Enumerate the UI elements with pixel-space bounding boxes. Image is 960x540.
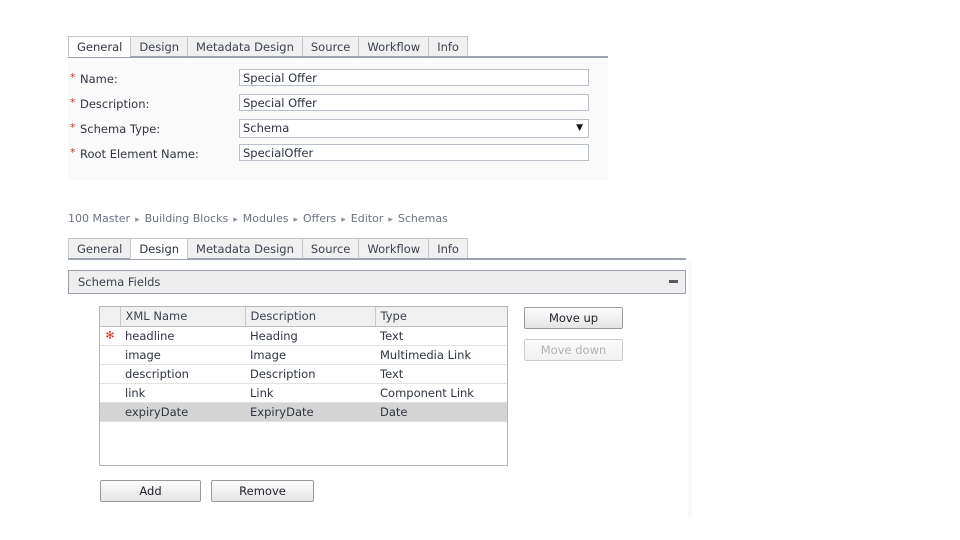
required-asterisk-icon: * — [70, 96, 76, 109]
top-tab-strip: General Design Metadata Design Source Workfl… — [68, 36, 608, 58]
table-row[interactable]: description Description Text — [100, 364, 507, 384]
top-tab-source[interactable]: Source — [301, 36, 360, 57]
add-button[interactable]: Add — [100, 480, 201, 502]
breadcrumb-separator-icon: ▸ — [341, 215, 346, 225]
cell-type: Date — [375, 402, 507, 422]
input-rootelementname[interactable] — [239, 144, 589, 161]
cell-description: Image — [245, 345, 375, 365]
cell-flag — [100, 345, 120, 365]
breadcrumb: 100 Master ▸ Building Blocks ▸ Modules ▸ Offer… — [68, 212, 448, 227]
required-asterisk-icon: * — [70, 121, 76, 134]
column-header-description[interactable]: Description — [245, 307, 376, 327]
form-row-rootelementname: * Root Element Name: — [68, 144, 608, 163]
breadcrumb-separator-icon: ▸ — [388, 215, 393, 225]
form-row-description: * Description: — [68, 94, 608, 113]
breadcrumb-item[interactable]: Building Blocks — [145, 212, 229, 225]
cell-xml-name: headline — [120, 326, 245, 346]
table-row[interactable]: image Image Multimedia Link — [100, 345, 507, 365]
panel-title: Schema Fields — [78, 275, 161, 289]
cell-type: Multimedia Link — [375, 345, 507, 365]
top-tab-filler — [466, 36, 608, 57]
table-row[interactable]: ✻ headline Heading Text — [100, 326, 507, 346]
schema-type-select[interactable]: Schema ▼ — [239, 119, 589, 138]
cell-flag — [100, 383, 120, 403]
field-label: Root Element Name: — [80, 147, 199, 161]
cell-description: Heading — [245, 326, 375, 346]
table-header-row: XML Name Description Type — [100, 307, 507, 327]
column-header-xml-name[interactable]: XML Name — [120, 307, 246, 327]
lower-tab-filler — [466, 238, 686, 259]
schema-fields-panel-header: Schema Fields — [68, 270, 686, 294]
form-row-schematype: * Schema Type: Schema ▼ — [68, 119, 608, 138]
input-description[interactable] — [239, 94, 589, 111]
page-root: General Design Metadata Design Source Workfl… — [0, 0, 960, 540]
lower-tab-info[interactable]: Info — [428, 238, 468, 259]
lower-tab-source[interactable]: Source — [301, 238, 360, 259]
general-form-panel: *Name:*Description:*Schema Type:Schema▼*… — [68, 58, 608, 180]
column-header-flag[interactable] — [100, 307, 121, 327]
required-asterisk-icon: * — [70, 146, 76, 159]
schema-type-value: Schema — [243, 121, 290, 135]
top-tab-design[interactable]: Design — [130, 36, 189, 57]
cell-type: Component Link — [375, 383, 507, 403]
table-row[interactable]: expiryDate ExpiryDate Date — [100, 402, 507, 422]
cell-description: Link — [245, 383, 375, 403]
top-tab-metadata-design[interactable]: Metadata Design — [187, 36, 303, 57]
top-tab-workflow[interactable]: Workflow — [358, 36, 430, 57]
cell-xml-name: image — [120, 345, 245, 365]
breadcrumb-item[interactable]: Modules — [243, 212, 289, 225]
field-label: Description: — [80, 97, 150, 111]
input-name[interactable] — [239, 69, 589, 86]
right-rail — [688, 260, 692, 518]
cell-description: ExpiryDate — [245, 402, 375, 422]
minus-icon[interactable] — [669, 280, 678, 283]
chevron-down-icon[interactable]: ▼ — [576, 123, 583, 133]
cell-description: Description — [245, 364, 375, 384]
cell-flag — [100, 402, 120, 422]
column-header-type[interactable]: Type — [375, 307, 507, 327]
breadcrumb-separator-icon: ▸ — [233, 215, 238, 225]
cell-xml-name: description — [120, 364, 245, 384]
cell-xml-name: expiryDate — [120, 402, 245, 422]
table-body: ✻ headline Heading Text image Image Multimedia… — [100, 326, 507, 422]
breadcrumb-separator-icon: ▸ — [135, 215, 140, 225]
lower-tab-strip: General Design Metadata Design Source Workfl… — [68, 238, 686, 260]
cell-type: Text — [375, 326, 507, 346]
breadcrumb-item[interactable]: Schemas — [398, 212, 448, 225]
lower-tab-general[interactable]: General — [68, 238, 132, 259]
remove-button[interactable]: Remove — [211, 480, 314, 502]
breadcrumb-separator-icon: ▸ — [293, 215, 298, 225]
cell-flag — [100, 364, 120, 384]
field-label: Schema Type: — [80, 122, 161, 136]
form-row-name: * Name: — [68, 69, 608, 88]
move-up-button[interactable]: Move up — [524, 307, 623, 329]
lower-tab-metadata-design[interactable]: Metadata Design — [187, 238, 303, 259]
required-asterisk-icon: * — [70, 71, 76, 84]
lower-tab-workflow[interactable]: Workflow — [358, 238, 430, 259]
move-down-button: Move down — [524, 339, 623, 361]
field-label: Name: — [80, 72, 118, 86]
breadcrumb-item[interactable]: Editor — [351, 212, 384, 225]
table-header: XML Name Description Type — [100, 307, 507, 327]
lower-tab-design[interactable]: Design — [130, 238, 189, 259]
cell-flag: ✻ — [100, 326, 120, 346]
top-tab-info[interactable]: Info — [428, 36, 468, 57]
breadcrumb-item[interactable]: Offers — [303, 212, 336, 225]
fields-table-element: XML Name Description Type ✻ headline Headi… — [100, 307, 507, 422]
cell-type: Text — [375, 364, 507, 384]
schema-fields-table: XML Name Description Type ✻ headline Headi… — [99, 306, 508, 466]
cell-xml-name: link — [120, 383, 245, 403]
top-tab-general[interactable]: General — [68, 36, 132, 57]
table-row[interactable]: link Link Component Link — [100, 383, 507, 403]
breadcrumb-item[interactable]: 100 Master — [68, 212, 130, 225]
